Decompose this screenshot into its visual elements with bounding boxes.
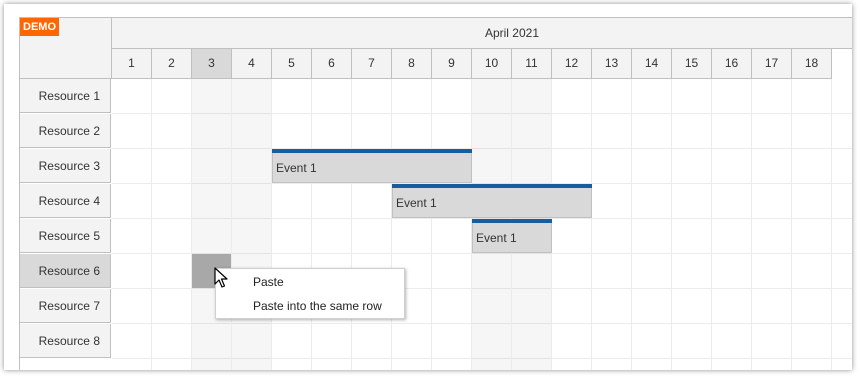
resource-row-header: Resource 7	[20, 289, 111, 323]
month-label: April 2021	[484, 26, 540, 40]
resource-row-header: Resource 6	[20, 254, 111, 288]
event-label: Event 1	[476, 231, 517, 245]
day-header-8: 8	[392, 49, 432, 79]
mouse-pointer-icon	[214, 267, 228, 288]
day-header-7: 7	[352, 49, 392, 79]
day-header-9: 9	[432, 49, 472, 79]
resource-row-header: Resource 8	[20, 324, 111, 358]
menu-item-paste-same-row[interactable]: Paste into the same row	[216, 294, 404, 318]
day-header-14: 14	[632, 49, 672, 79]
resource-row-header: Resource 3	[20, 149, 111, 183]
event-box[interactable]: Event 1	[392, 184, 592, 218]
day-header-15: 15	[672, 49, 712, 79]
resource-row-header: Resource 5	[20, 219, 111, 253]
day-header-16: 16	[712, 49, 752, 79]
resource-row-header: Resource 2	[20, 114, 111, 148]
day-header-3: 3	[192, 49, 232, 79]
day-header-13: 13	[592, 49, 632, 79]
day-header-4: 4	[232, 49, 272, 79]
grid-column-shade	[192, 79, 231, 370]
day-header-12: 12	[552, 49, 592, 79]
event-label: Event 1	[396, 196, 437, 210]
menu-item-paste[interactable]: Paste	[216, 270, 404, 294]
day-header-17: 17	[752, 49, 792, 79]
day-header-11: 11	[512, 49, 552, 79]
day-header-2: 2	[152, 49, 192, 79]
day-header-6: 6	[312, 49, 352, 79]
resource-header-column: Resource 1 Resource 2 Resource 3 Resource 4…	[20, 79, 112, 370]
event-box[interactable]: Event 1	[272, 149, 472, 183]
scheduler: DEMO April 2021 1 2 3 4 5 6 7 8 9 10 11 12 13 14 15 16 1…	[19, 17, 852, 370]
day-header-18: 18	[792, 49, 832, 79]
month-header: April 2021	[112, 18, 852, 49]
resource-row-header: Resource 4	[20, 184, 111, 218]
day-header-5: 5	[272, 49, 312, 79]
context-menu: Paste Paste into the same row	[215, 268, 405, 319]
scheduler-frame: DEMO April 2021 1 2 3 4 5 6 7 8 9 10 11 12 13 14 15 16 1…	[4, 4, 852, 370]
grid-column-shade	[232, 79, 271, 370]
day-header-10: 10	[472, 49, 512, 79]
day-header-1: 1	[112, 49, 152, 79]
day-header-row: 1 2 3 4 5 6 7 8 9 10 11 12 13 14 15 16 17 18	[112, 49, 852, 79]
demo-badge: DEMO	[20, 18, 59, 36]
timeline-grid[interactable]: Event 1 Event 1 Event 1	[112, 79, 852, 370]
time-header: April 2021 1 2 3 4 5 6 7 8 9 10 11 12 13 14 15 16 17 18	[112, 18, 852, 79]
scheduler-corner: DEMO	[20, 18, 112, 79]
event-label: Event 1	[276, 161, 317, 175]
event-box[interactable]: Event 1	[472, 219, 552, 253]
resource-row-header: Resource 1	[20, 79, 111, 113]
